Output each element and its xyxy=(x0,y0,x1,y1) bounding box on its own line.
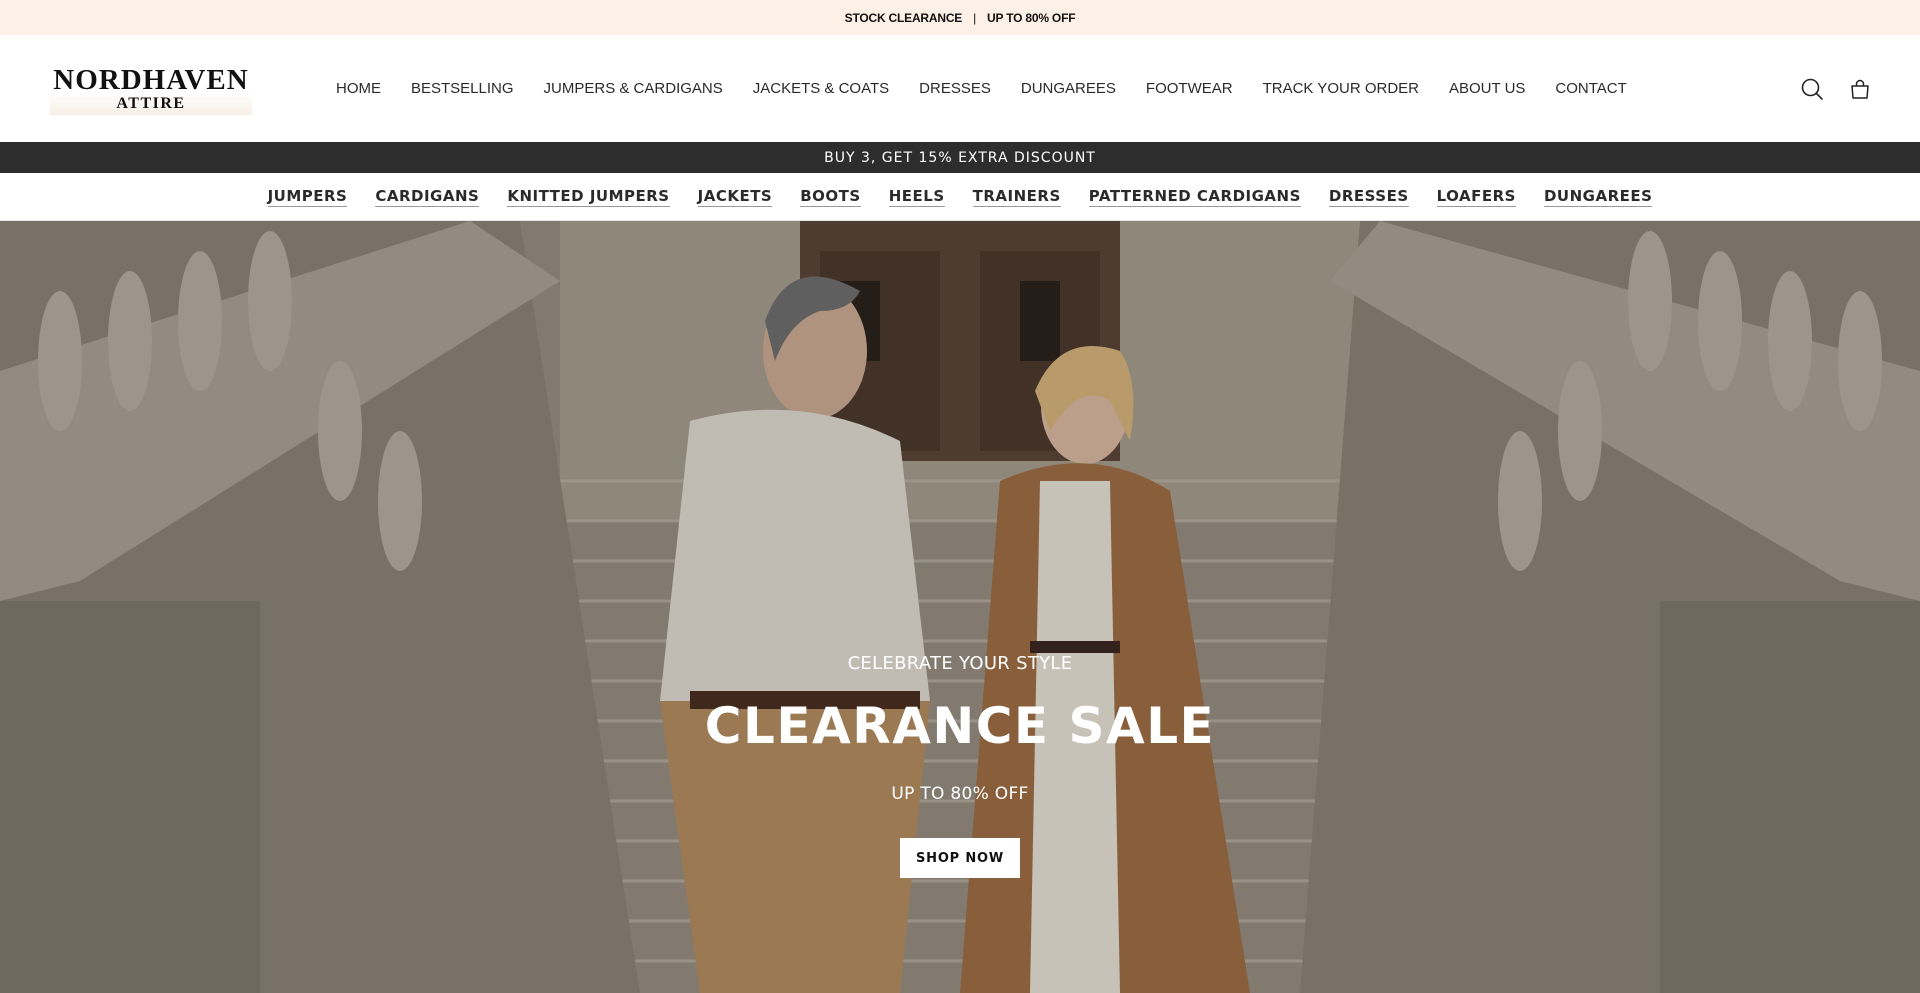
category-dresses[interactable]: DRESSES xyxy=(1328,187,1409,207)
category-loafers[interactable]: LOAFERS xyxy=(1436,187,1516,207)
category-dungarees[interactable]: DUNGAREES xyxy=(1543,187,1653,207)
announcement-bar: STOCK CLEARANCE | UP TO 80% OFF xyxy=(0,0,1920,35)
nav-item-contact[interactable]: CONTACT xyxy=(1555,80,1626,97)
hero-kicker: CELEBRATE YOUR STYLE xyxy=(847,653,1073,674)
nav-item-bestselling[interactable]: BESTSELLING xyxy=(411,80,514,97)
announcement-separator: | xyxy=(973,10,977,25)
nav-item-jackets-coats[interactable]: JACKETS & COATS xyxy=(753,80,889,97)
category-knitted-jumpers[interactable]: KNITTED JUMPERS xyxy=(507,187,670,207)
category-cardigans[interactable]: CARDIGANS xyxy=(375,187,480,207)
header-icons xyxy=(1800,35,1872,142)
shop-now-button[interactable]: SHOP NOW xyxy=(900,838,1020,878)
category-jumpers[interactable]: JUMPERS xyxy=(267,187,348,207)
category-boots[interactable]: BOOTS xyxy=(800,187,861,207)
brand-logo[interactable]: NORDHAVEN ATTIRE xyxy=(50,65,252,115)
site-header: NORDHAVEN ATTIRE HOME BESTSELLING JUMPER… xyxy=(0,35,1920,142)
main-nav: HOME BESTSELLING JUMPERS & CARDIGANS JAC… xyxy=(336,35,1657,142)
nav-item-dungarees[interactable]: DUNGAREES xyxy=(1021,80,1116,97)
nav-item-home[interactable]: HOME xyxy=(336,80,381,97)
nav-item-dresses[interactable]: DRESSES xyxy=(919,80,991,97)
category-heels[interactable]: HEELS xyxy=(888,187,945,207)
announcement-left: STOCK CLEARANCE xyxy=(844,10,963,25)
brand-name: NORDHAVEN xyxy=(53,64,249,96)
brand-tagline: ATTIRE xyxy=(116,95,186,112)
nav-item-track-order[interactable]: TRACK YOUR ORDER xyxy=(1263,80,1419,97)
promo-bar: BUY 3, GET 15% EXTRA DISCOUNT xyxy=(0,142,1920,173)
hero-title: CLEARANCE SALE xyxy=(704,697,1216,755)
search-icon[interactable] xyxy=(1800,77,1824,101)
hero-subtitle: UP TO 80% OFF xyxy=(891,784,1029,804)
nav-item-footwear[interactable]: FOOTWEAR xyxy=(1146,80,1233,97)
category-trainers[interactable]: TRAINERS xyxy=(972,187,1061,207)
category-jackets[interactable]: JACKETS xyxy=(697,187,773,207)
nav-item-jumpers-cardigans[interactable]: JUMPERS & CARDIGANS xyxy=(544,80,723,97)
category-nav: JUMPERS CARDIGANS KNITTED JUMPERS JACKET… xyxy=(0,173,1920,221)
announcement-right: UP TO 80% OFF xyxy=(987,10,1076,25)
hero-banner: CELEBRATE YOUR STYLE CLEARANCE SALE UP T… xyxy=(0,221,1920,993)
nav-item-about-us[interactable]: ABOUT US xyxy=(1449,80,1525,97)
cart-icon[interactable] xyxy=(1848,77,1872,101)
category-patterned-cardigans[interactable]: PATTERNED CARDIGANS xyxy=(1088,187,1301,207)
promo-text: BUY 3, GET 15% EXTRA DISCOUNT xyxy=(824,149,1096,166)
hero-content: CELEBRATE YOUR STYLE CLEARANCE SALE UP T… xyxy=(0,221,1920,993)
